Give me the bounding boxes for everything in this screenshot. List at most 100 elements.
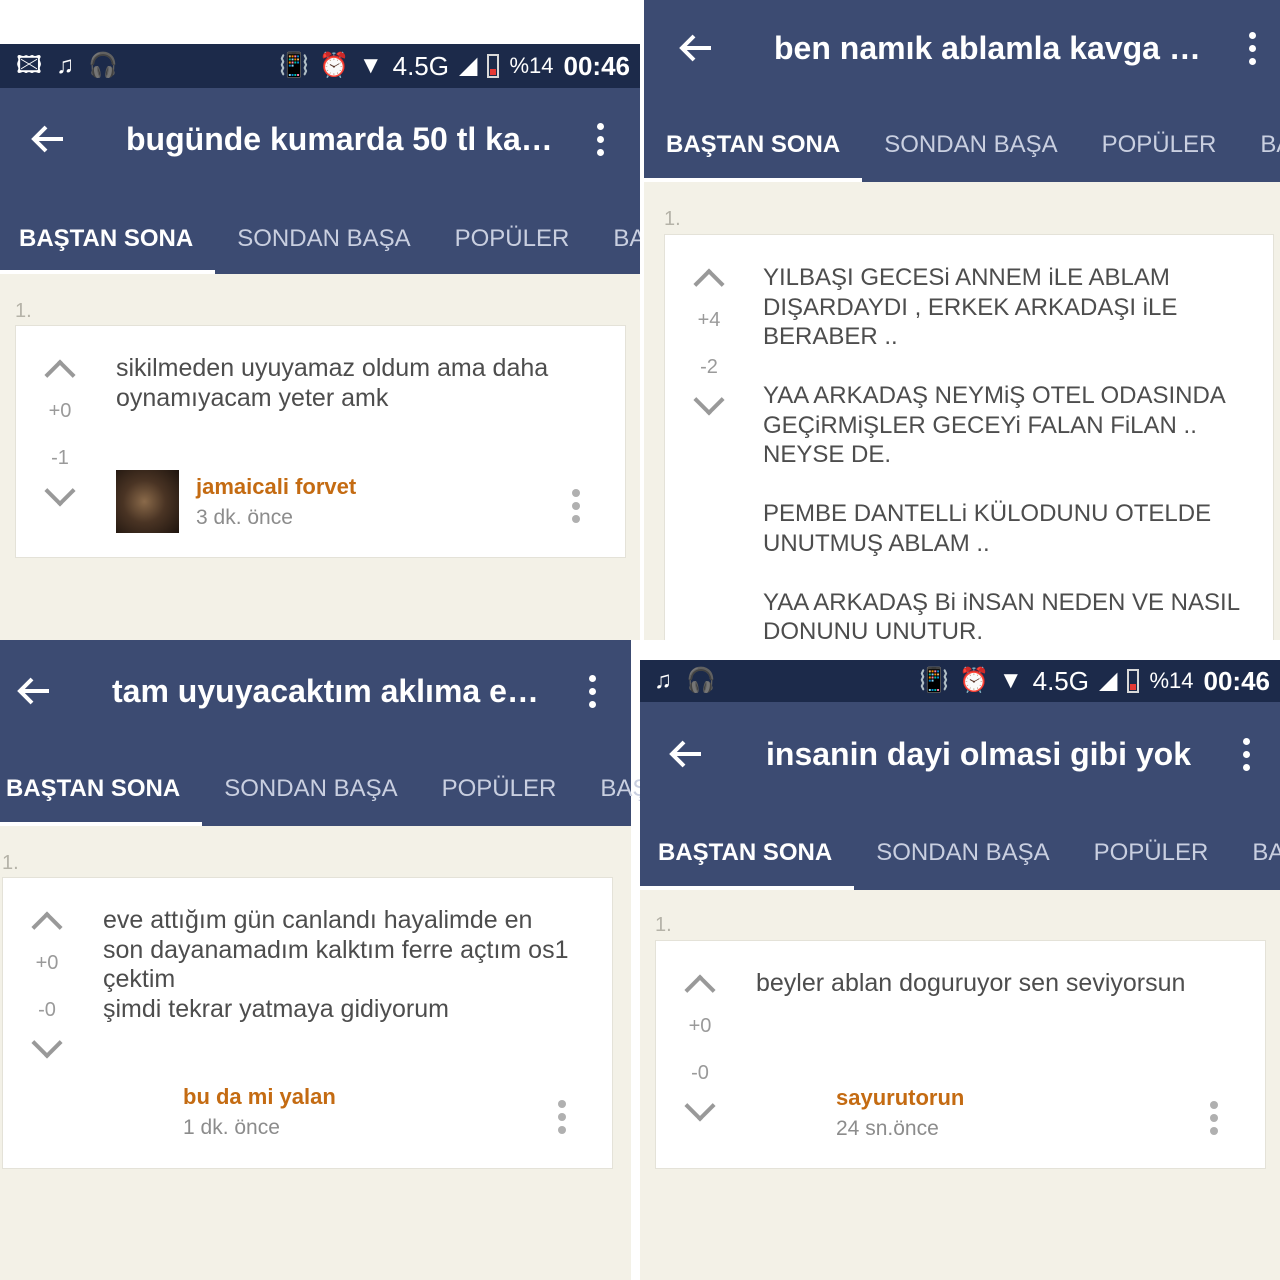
entry-time: 3 dk. önce [196,506,293,529]
entry-card: +4 -2 YILBAŞI GECESi ANNEM iLE ABLAM DIŞ… [664,234,1274,640]
app-bar: tam uyuyacaktım aklıma es... BAŞTAN SONA… [0,640,640,826]
author-name[interactable]: bu da mi yalan [183,1084,336,1110]
vote-column: +0 -0 [670,971,730,1122]
tab-bastan-sona[interactable]: BAŞTAN SONA [640,816,855,890]
battery-level: %14 [509,53,554,78]
screenshot-panel-4: ♫ 🎧 📳 ⏰ ▼ 4.5G ◢ %14 00:46 insanin dayi … [640,640,1280,1280]
downvote-count: -0 [691,1062,709,1084]
divider [631,640,640,1280]
entry-index: 1. [655,914,672,936]
downvote-icon[interactable] [684,1090,716,1122]
status-bar: ♫ 🎧 📳 ⏰ ▼ 4.5G ◢ %14 00:46 [640,660,1280,702]
screenshot-panel-1: 🖾 ♫ 🎧 📳 ⏰ ▼ 4.5G ◢ %14 00:46 bugünde kum… [0,0,640,640]
tab-populer[interactable]: POPÜLER [1072,816,1231,890]
entry-menu-icon[interactable] [572,489,580,523]
entry-card: +0 -0 beyler ablan doguruyor sen seviyor… [655,940,1266,1169]
author-name[interactable]: sayurutorun [836,1085,964,1111]
downvote-icon[interactable] [693,384,725,416]
entry-card: +0 -1 sikilmeden uyuyamaz oldum ama daha… [15,325,626,558]
tab-populer[interactable]: POPÜLER [420,752,579,826]
upvote-count: +0 [35,952,59,974]
entry-text: beyler ablan doguruyor sen seviyorsun [756,969,1186,997]
tab-bas[interactable]: BAŞ [591,204,640,274]
page-title: insanin dayi olmasi gibi yok [766,735,1191,772]
headset-icon: 🎧 [686,667,716,694]
music-note-icon: ♫ [56,52,75,79]
more-options-icon[interactable] [590,122,610,156]
network-type: 4.5G [1032,665,1089,696]
tab-bas[interactable]: BAŞ [1230,816,1280,890]
app-bar: ben namık ablamla kavga et... BAŞTAN SON… [644,0,1280,182]
tab-sondan-basa[interactable]: SONDAN BAŞA [215,204,432,274]
back-arrow-icon[interactable] [666,734,706,774]
network-type: 4.5G [392,50,449,81]
entry-time: 24 sn.önce [836,1117,939,1140]
more-options-icon[interactable] [582,674,602,708]
more-options-icon[interactable] [1236,737,1256,771]
app-bar: bugünde kumarda 50 tl kayb... BAŞTAN SON… [0,88,640,274]
upvote-count: +4 [697,309,721,331]
entry-menu-icon[interactable] [558,1100,566,1134]
entry-index: 1. [2,852,19,874]
more-options-icon[interactable] [1242,31,1262,65]
entry-index: 1. [664,208,681,230]
clock: 00:46 [563,50,631,81]
signal-icon: ◢ [458,52,478,79]
sort-tabs: BAŞTAN SONA SONDAN BAŞA POPÜLER BAŞ [640,816,1280,890]
tab-bas[interactable]: BAŞ [578,752,640,826]
sort-tabs: BAŞTAN SONA SONDAN BAŞA POPÜLER BAŞ [644,108,1280,182]
author-avatar[interactable] [116,470,179,533]
entry-index: 1. [15,300,32,322]
author-name[interactable]: jamaicali forvet [196,474,356,500]
back-arrow-icon[interactable] [28,119,68,159]
alarm-icon: ⏰ [318,52,349,79]
downvote-icon[interactable] [44,475,76,507]
battery-icon [1127,669,1140,693]
status-bar: 🖾 ♫ 🎧 📳 ⏰ ▼ 4.5G ◢ %14 00:46 [0,44,640,88]
tab-populer[interactable]: POPÜLER [1080,108,1239,182]
upvote-icon[interactable] [684,974,716,1006]
tab-bastan-sona[interactable]: BAŞTAN SONA [0,204,216,274]
vote-column: +0 -1 [30,356,90,507]
tab-sondan-basa[interactable]: SONDAN BAŞA [854,816,1071,890]
back-arrow-icon[interactable] [676,28,716,68]
tab-bas[interactable]: BAŞ [1238,108,1280,182]
upvote-icon[interactable] [31,911,63,943]
white-margin [640,640,1280,660]
page-title: tam uyuyacaktım aklıma es... [112,672,542,709]
alarm-icon: ⏰ [958,667,989,694]
app-bar: insanin dayi olmasi gibi yok BAŞTAN SONA… [640,702,1280,890]
downvote-icon[interactable] [31,1027,63,1059]
tab-populer[interactable]: POPÜLER [433,204,592,274]
entry-time: 1 dk. önce [183,1116,280,1139]
signal-icon: ◢ [1098,667,1118,694]
entry-text: sikilmeden uyuyamaz oldum ama daha oynam… [116,354,549,412]
entry-text: eve attığım gün canlandı hayalimde en so… [103,906,569,1023]
image-notification-icon: 🖾 [16,52,43,79]
tab-bastan-sona[interactable]: BAŞTAN SONA [0,752,203,826]
upvote-count: +0 [48,400,72,422]
music-note-icon: ♫ [654,667,672,694]
tab-sondan-basa[interactable]: SONDAN BAŞA [862,108,1079,182]
page-title: ben namık ablamla kavga et... [774,29,1204,66]
upvote-icon[interactable] [44,359,76,391]
vote-column: +4 -2 [679,265,739,416]
sort-tabs: BAŞTAN SONA SONDAN BAŞA POPÜLER BAŞ [0,752,640,826]
entry-menu-icon[interactable] [1210,1101,1218,1135]
wifi-icon: ▼ [358,52,383,79]
upvote-count: +0 [688,1015,712,1037]
battery-level: %14 [1149,668,1194,693]
vibrate-icon: 📳 [279,52,309,79]
downvote-count: -1 [51,447,69,469]
headset-icon: 🎧 [88,52,119,79]
sort-tabs: BAŞTAN SONA SONDAN BAŞA POPÜLER BAŞ [0,204,640,274]
upvote-icon[interactable] [693,268,725,300]
entry-card: +0 -0 eve attığım gün canlandı hayalimde… [2,877,613,1169]
tab-sondan-basa[interactable]: SONDAN BAŞA [202,752,419,826]
screenshot-panel-2: ben namık ablamla kavga et... BAŞTAN SON… [640,0,1280,640]
tab-bastan-sona[interactable]: BAŞTAN SONA [644,108,863,182]
downvote-count: -0 [38,999,56,1021]
white-margin [0,0,640,44]
wifi-icon: ▼ [998,667,1023,694]
back-arrow-icon[interactable] [14,671,54,711]
